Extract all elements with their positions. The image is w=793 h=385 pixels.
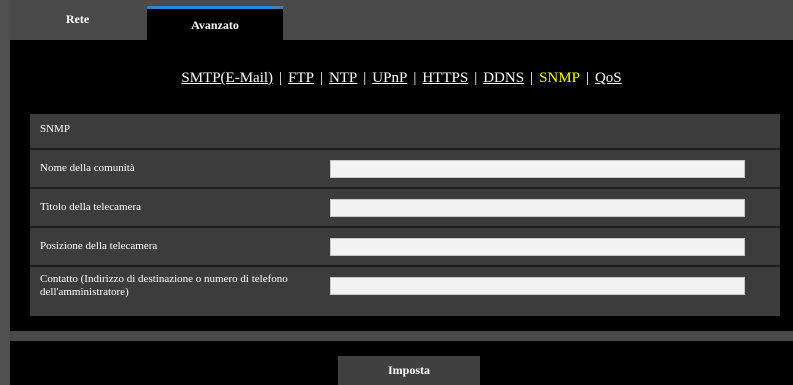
panel-title: SNMP	[40, 123, 70, 135]
subnav-separator: |	[279, 70, 283, 86]
subnav-link-snmp[interactable]: SNMP	[539, 70, 580, 86]
subnav-link-ntp[interactable]: NTP	[329, 70, 357, 86]
field-row-camera-title: Titolo della telecamera	[30, 189, 780, 226]
field-cell	[317, 267, 780, 304]
camera-location-input[interactable]	[330, 238, 745, 256]
field-cell	[317, 228, 780, 265]
field-cell	[317, 189, 780, 226]
field-label-camera-title: Titolo della telecamera	[30, 189, 315, 226]
settings-frame: Rete Avanzato SMTP(E-Mail) | FTP | NTP | UPnP |…	[10, 0, 793, 385]
contact-input[interactable]	[330, 277, 745, 295]
subnav-separator: |	[363, 70, 367, 86]
tab-avanzato[interactable]: Avanzato	[147, 6, 283, 40]
snmp-panel: SNMP Nome della comunità Titolo della te…	[30, 114, 780, 316]
field-row-camera-location: Posizione della telecamera	[30, 228, 780, 265]
community-name-input[interactable]	[330, 160, 745, 178]
subnav-separator: |	[585, 70, 589, 86]
subnav-link-upnp[interactable]: UPnP	[372, 70, 407, 86]
field-cell	[317, 150, 780, 187]
field-row-contact: Contatto (Indirizzo di destinazione o nu…	[30, 267, 780, 304]
subnav-link-ddns[interactable]: DDNS	[483, 70, 524, 86]
tab-bar: Rete Avanzato	[10, 0, 793, 40]
tab-rete[interactable]: Rete	[10, 6, 145, 40]
section-divider	[10, 331, 793, 341]
field-label-community: Nome della comunità	[30, 150, 315, 187]
subnav-link-smtp[interactable]: SMTP(E-Mail)	[181, 70, 273, 86]
imposta-button[interactable]: Imposta	[338, 356, 480, 385]
subnav-link-ftp[interactable]: FTP	[288, 70, 314, 86]
camera-title-input[interactable]	[330, 199, 745, 217]
subnav-separator: |	[474, 70, 478, 86]
subnav-separator: |	[319, 70, 323, 86]
field-label-contact: Contatto (Indirizzo di destinazione o nu…	[30, 267, 315, 304]
subnav-link-qos[interactable]: QoS	[595, 70, 622, 86]
field-label-camera-location: Posizione della telecamera	[30, 228, 315, 265]
advanced-subnav: SMTP(E-Mail) | FTP | NTP | UPnP | HTTPS | DDNS | SNM…	[10, 70, 793, 87]
subnav-separator: |	[530, 70, 534, 86]
subnav-link-https[interactable]: HTTPS	[422, 70, 468, 86]
subnav-separator: |	[413, 70, 417, 86]
field-row-community: Nome della comunità	[30, 150, 780, 187]
